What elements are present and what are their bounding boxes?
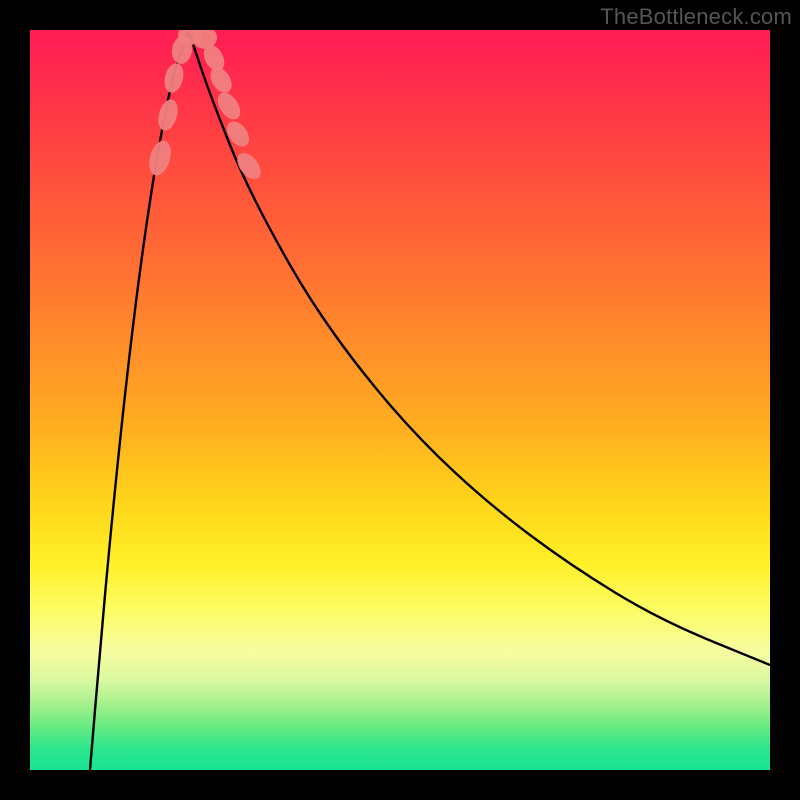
- marker-point: [233, 149, 266, 184]
- chart-frame: TheBottleneck.com: [0, 0, 800, 800]
- right-branch-line: [189, 32, 770, 665]
- marker-point: [155, 97, 181, 133]
- marker-point: [213, 89, 245, 124]
- plot-area: [30, 30, 770, 770]
- left-branch-line: [90, 32, 189, 770]
- marker-point: [162, 61, 187, 94]
- curve-svg: [30, 30, 770, 770]
- marker-point: [145, 138, 174, 178]
- watermark-text: TheBottleneck.com: [600, 4, 792, 30]
- marker-group: [145, 30, 265, 183]
- marker-point: [222, 117, 253, 150]
